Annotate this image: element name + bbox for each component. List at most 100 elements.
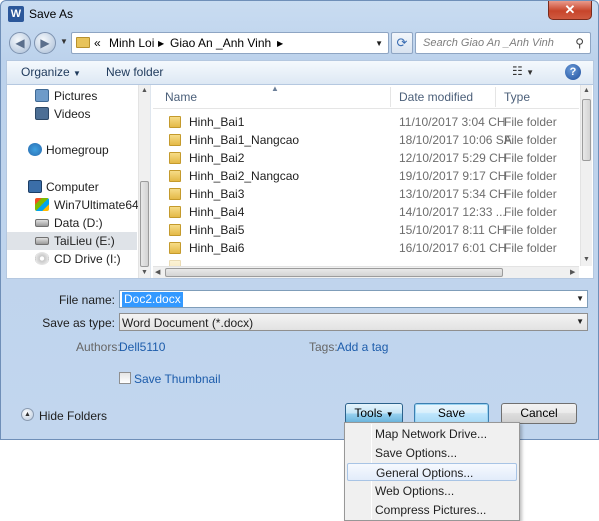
nav-item-tailieu-e[interactable]: TaiLieu (E:): [7, 232, 137, 250]
file-list-horizontal-scrollbar[interactable]: ◀ ▶: [153, 266, 579, 278]
title-bar: W Save As ✕: [1, 1, 598, 29]
folder-icon: [169, 152, 181, 164]
menu-item-web-options[interactable]: Web Options...: [347, 482, 517, 500]
file-date: 13/10/2017 5:34 CH: [399, 187, 507, 201]
nav-item-cd-drive[interactable]: CD Drive (I:): [7, 250, 137, 268]
back-button[interactable]: ◀: [9, 32, 31, 54]
save-thumbnail-checkbox[interactable]: [119, 372, 131, 384]
scroll-up-icon[interactable]: ▲: [141, 87, 148, 94]
save-type-select[interactable]: Word Document (*.docx) ▼: [119, 313, 588, 331]
file-name: Hinh_Bai2: [189, 151, 245, 165]
file-date: 16/10/2017 6:01 CH: [399, 241, 507, 255]
chevron-down-icon[interactable]: ▼: [576, 317, 584, 326]
scroll-down-icon[interactable]: ▼: [583, 256, 590, 263]
column-type[interactable]: Type: [504, 90, 530, 104]
file-row[interactable]: Hinh_Bai4 14/10/2017 12:33 ... File fold…: [153, 203, 579, 221]
scroll-thumb[interactable]: [165, 268, 503, 277]
scroll-right-icon[interactable]: ▶: [570, 268, 575, 276]
close-button[interactable]: ✕: [548, 1, 592, 20]
file-row[interactable]: Hinh_Bai1 11/10/2017 3:04 CH File folder: [153, 113, 579, 131]
help-icon[interactable]: ?: [565, 64, 581, 80]
file-date: 14/10/2017 12:33 ...: [399, 205, 506, 219]
tools-button[interactable]: Tools ▼: [345, 403, 403, 424]
drive-icon: [35, 219, 49, 227]
change-view-button[interactable]: ☷ ▼: [512, 64, 534, 78]
save-type-label: Save as type:: [42, 316, 115, 330]
recent-locations-chevron-icon[interactable]: ▼: [60, 37, 68, 46]
breadcrumb-giao-an[interactable]: Giao An _Anh Vinh: [170, 36, 271, 50]
computer-icon: [28, 180, 42, 193]
organize-label: Organize: [21, 65, 70, 79]
column-date-modified[interactable]: Date modified: [399, 90, 473, 104]
authors-value[interactable]: Dell5110: [119, 340, 165, 354]
save-button[interactable]: Save: [414, 403, 489, 424]
file-row-partial[interactable]: [153, 257, 579, 266]
scroll-thumb[interactable]: [140, 181, 149, 267]
file-row[interactable]: Hinh_Bai6 16/10/2017 6:01 CH File folder: [153, 239, 579, 257]
menu-item-map-network-drive[interactable]: Map Network Drive...: [347, 425, 517, 443]
add-tag-field[interactable]: Add a tag: [337, 340, 388, 354]
breadcrumb-separator-icon[interactable]: ▶: [158, 39, 164, 48]
refresh-button[interactable]: ⟳: [391, 32, 413, 54]
column-divider[interactable]: [390, 87, 391, 107]
nav-item-win7[interactable]: Win7Ultimate64b: [7, 196, 145, 214]
cancel-button[interactable]: Cancel: [501, 403, 577, 424]
file-row[interactable]: Hinh_Bai2_Nangcao 19/10/2017 9:17 CH Fil…: [153, 167, 579, 185]
nav-pane-scrollbar[interactable]: ▲ ▼: [138, 85, 150, 278]
folder-icon: [169, 134, 181, 146]
breadcrumb-minh-loi[interactable]: Minh Loi: [109, 36, 154, 50]
new-folder-button[interactable]: New folder: [106, 65, 163, 79]
file-row[interactable]: Hinh_Bai1_Nangcao 18/10/2017 10:06 SA Fi…: [153, 131, 579, 149]
nav-item-data-d[interactable]: Data (D:): [7, 214, 137, 232]
nav-item-homegroup[interactable]: Homegroup: [7, 141, 137, 159]
breadcrumb-separator-icon[interactable]: ▶: [277, 39, 283, 48]
forward-button[interactable]: ▶: [34, 32, 56, 54]
menu-item-label: General Options...: [376, 466, 474, 480]
menu-item-save-options[interactable]: Save Options...: [347, 444, 517, 462]
column-header-row: ▲ Name Date modified Type: [153, 85, 579, 109]
folder-icon: [169, 188, 181, 200]
chevron-down-icon[interactable]: ▼: [576, 294, 584, 303]
breadcrumb-overflow[interactable]: «: [94, 36, 101, 50]
file-list: ▲ Name Date modified Type Hinh_Bai1 11/1…: [153, 85, 579, 266]
file-name-field[interactable]: Doc2.docx ▼: [119, 290, 588, 308]
videos-icon: [35, 107, 49, 120]
nav-item-label: CD Drive (I:): [54, 252, 121, 266]
address-bar[interactable]: « Minh Loi ▶ Giao An _Anh Vinh ▶ ▼: [71, 32, 389, 54]
file-type: File folder: [504, 169, 557, 183]
scroll-up-icon[interactable]: ▲: [583, 87, 590, 94]
scroll-thumb[interactable]: [582, 99, 591, 161]
file-name-value[interactable]: Doc2.docx: [122, 292, 183, 307]
navigation-bar: ◀ ▶ ▼ « Minh Loi ▶ Giao An _Anh Vinh ▶ ▼…: [1, 31, 598, 57]
file-row[interactable]: Hinh_Bai3 13/10/2017 5:34 CH File folder: [153, 185, 579, 203]
file-row[interactable]: Hinh_Bai5 15/10/2017 8:11 CH File folder: [153, 221, 579, 239]
sort-ascending-icon: ▲: [271, 85, 279, 93]
file-date: 15/10/2017 8:11 CH: [399, 223, 506, 237]
authors-label: Authors:: [76, 340, 121, 354]
nav-item-videos[interactable]: Videos: [7, 105, 137, 123]
file-name: Hinh_Bai3: [189, 187, 245, 201]
search-icon[interactable]: ⚲: [575, 36, 584, 50]
file-type: File folder: [504, 205, 557, 219]
address-dropdown-icon[interactable]: ▼: [375, 39, 383, 48]
scroll-down-icon[interactable]: ▼: [141, 269, 148, 276]
dialog-title: Save As: [29, 7, 74, 21]
file-row[interactable]: Hinh_Bai2 12/10/2017 5:29 CH File folder: [153, 149, 579, 167]
organize-button[interactable]: Organize ▼: [21, 65, 81, 79]
nav-item-pictures[interactable]: Pictures: [7, 87, 137, 105]
folder-icon: [169, 116, 181, 128]
menu-item-compress-pictures[interactable]: Compress Pictures...: [347, 501, 517, 519]
save-thumbnail-label[interactable]: Save Thumbnail: [134, 372, 221, 386]
file-name: Hinh_Bai2_Nangcao: [189, 169, 300, 183]
menu-item-label: Compress Pictures...: [375, 503, 487, 517]
search-input[interactable]: Search Giao An _Anh Vinh ⚲: [415, 32, 591, 54]
nav-item-computer[interactable]: Computer: [7, 178, 137, 196]
column-divider[interactable]: [495, 87, 496, 107]
file-list-vertical-scrollbar[interactable]: ▲ ▼: [580, 85, 592, 266]
menu-item-general-options[interactable]: General Options...: [347, 463, 517, 481]
file-type: File folder: [504, 133, 557, 147]
scroll-left-icon[interactable]: ◀: [155, 268, 160, 276]
column-name[interactable]: Name: [165, 90, 197, 104]
hide-folders-button[interactable]: Hide Folders: [39, 409, 107, 423]
hide-folders-chevron-icon[interactable]: ▲: [21, 408, 34, 421]
